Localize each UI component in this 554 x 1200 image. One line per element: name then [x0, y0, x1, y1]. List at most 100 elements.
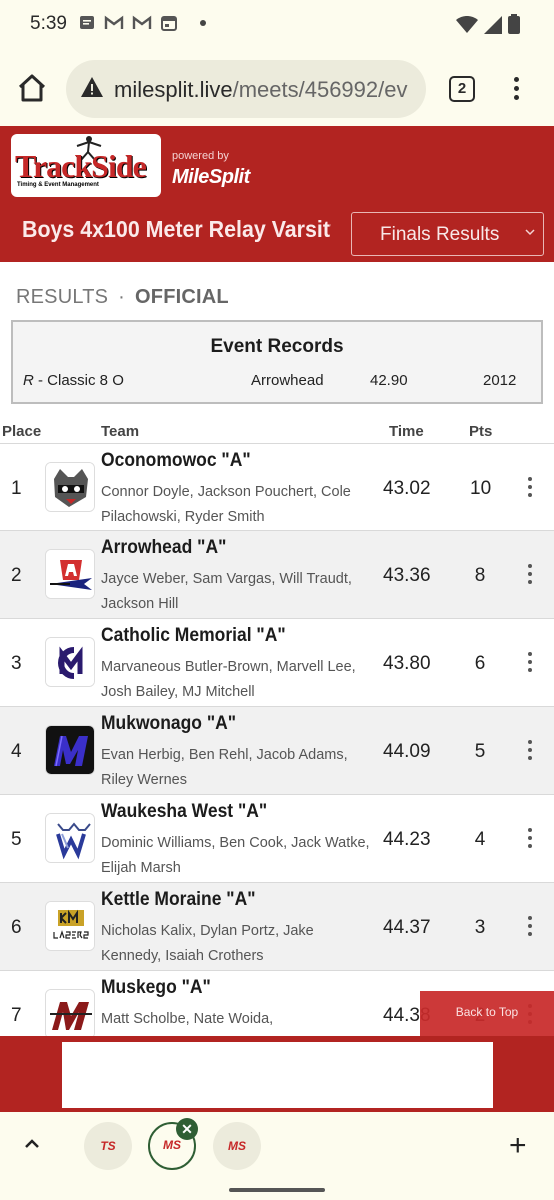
- chevron-up-icon[interactable]: [22, 1134, 42, 1154]
- row-athletes: Nicholas Kalix, Dylan Portz, Jake Kenned…: [101, 923, 314, 964]
- record-code: R: [23, 372, 34, 389]
- row-team[interactable]: Muskego "A": [101, 977, 211, 999]
- results-status-line: RESULTS · OFFICIAL: [16, 286, 229, 309]
- record-team: Arrowhead: [251, 372, 324, 389]
- row-time: 43.36: [383, 565, 431, 586]
- results-table: 1 Oconomowoc "A" Connor Doyle, Jackson P…: [0, 443, 554, 1036]
- row-athletes: Connor Doyle, Jackson Pouchert, Cole Pil…: [101, 484, 351, 525]
- row-pts: 4: [474, 829, 486, 850]
- table-row[interactable]: 1 Oconomowoc "A" Connor Doyle, Jackson P…: [0, 443, 554, 531]
- table-row[interactable]: 5 Waukesha West "A" Dominic Williams, Be…: [0, 795, 554, 883]
- site-header: TrackSide Timing & Event Management powe…: [0, 126, 554, 262]
- milesplit-logo[interactable]: MileSplit: [172, 166, 250, 189]
- record-name: R - Classic 8 O: [23, 372, 124, 389]
- row-time: 43.02: [383, 478, 431, 499]
- results-select[interactable]: Finals Results: [351, 212, 544, 256]
- row-time: 44.09: [383, 741, 431, 762]
- warning-icon[interactable]: [80, 76, 104, 98]
- row-pts: 3: [474, 917, 486, 938]
- row-athletes: Jayce Weber, Sam Vargas, Will Traudt, Ja…: [101, 571, 352, 612]
- row-athletes: Dominic Williams, Ben Cook, Jack Watke, …: [101, 835, 370, 876]
- message-icon: [80, 16, 94, 29]
- row-place: 7: [11, 1005, 22, 1026]
- row-pts: 10: [470, 478, 492, 499]
- row-team[interactable]: Mukwonago "A": [101, 713, 236, 735]
- tab-strip: TS MS ✕ MS +: [0, 1112, 554, 1182]
- status-time: 5:39: [30, 13, 67, 34]
- url-path: /meets/456992/ev: [232, 77, 408, 102]
- tab-switcher-button[interactable]: 2: [449, 76, 475, 102]
- row-team[interactable]: Oconomowoc "A": [101, 450, 251, 472]
- km-logo: [45, 901, 95, 951]
- more-options-icon[interactable]: [524, 649, 536, 677]
- more-options-icon[interactable]: [524, 474, 536, 502]
- url-text[interactable]: milesplit.live/meets/456992/ev: [114, 77, 408, 103]
- muskego-logo: [45, 989, 95, 1036]
- record-year: 2012: [483, 372, 517, 389]
- row-time: 43.80: [383, 653, 431, 674]
- event-records: Event Records R - Classic 8 O Arrowhead …: [11, 320, 543, 404]
- arrowhead-logo: [45, 549, 95, 599]
- header-time: Time: [389, 423, 424, 440]
- home-button[interactable]: [14, 70, 54, 110]
- results-content: RESULTS · OFFICIAL Event Records R - Class…: [0, 262, 554, 1036]
- gesture-bar: [229, 1188, 325, 1192]
- header-team: Team: [101, 423, 140, 440]
- logo-text: TrackSide: [15, 148, 147, 184]
- results-status: OFFICIAL: [135, 286, 229, 308]
- row-place: 5: [11, 829, 22, 850]
- table-row[interactable]: 4 Mukwonago "A" Evan Herbig, Ben Rehl, J…: [0, 707, 554, 795]
- system-icons: [456, 14, 520, 34]
- close-icon[interactable]: ✕: [176, 1118, 198, 1140]
- more-options-icon[interactable]: [524, 825, 536, 853]
- row-team[interactable]: Arrowhead "A": [101, 537, 226, 559]
- calendar-icon: [161, 16, 177, 31]
- notification-icons: [78, 14, 206, 32]
- more-options-icon[interactable]: [524, 913, 536, 941]
- url-bar[interactable]: milesplit.live/meets/456992/ev: [66, 60, 426, 118]
- tab-trackside[interactable]: TS: [84, 1122, 132, 1170]
- row-team[interactable]: Catholic Memorial "A": [101, 625, 286, 647]
- row-pts: 8: [474, 565, 486, 586]
- ww-logo: [45, 813, 95, 863]
- row-place: 4: [11, 741, 22, 762]
- dot-icon: [200, 20, 206, 26]
- event-title: Boys 4x100 Meter Relay Varsity: [22, 216, 331, 242]
- header-place: Place: [2, 423, 42, 440]
- tab-milesplit[interactable]: MS: [213, 1122, 261, 1170]
- row-place: 3: [11, 653, 22, 674]
- table-row[interactable]: 2 Arrowhead "A" Jayce Weber, Sam Vargas,…: [0, 531, 554, 619]
- status-bar: 5:39: [0, 0, 554, 50]
- more-options-icon[interactable]: [524, 561, 536, 589]
- new-tab-button[interactable]: +: [509, 1131, 527, 1161]
- cm-logo: [45, 637, 95, 687]
- m-logo: [45, 725, 95, 775]
- more-options-icon[interactable]: [524, 737, 536, 765]
- browser-menu-button[interactable]: [506, 74, 526, 104]
- row-place: 6: [11, 917, 22, 938]
- table-row[interactable]: 6 Kettle Moraine "A" Nicholas Kalix, Dyl…: [0, 883, 554, 971]
- powered-by: powered by: [172, 150, 229, 162]
- home-icon: [18, 74, 46, 102]
- url-host: milesplit.live: [114, 77, 233, 102]
- row-place: 1: [11, 478, 22, 499]
- logo-subtext: Timing & Event Management: [17, 182, 99, 188]
- raccoon-logo: [45, 462, 95, 512]
- back-to-top-button[interactable]: Back to Top: [420, 991, 554, 1036]
- record-mark: 42.90: [370, 372, 408, 389]
- row-athletes: Marvaneous Butler-Brown, Marvell Lee, Jo…: [101, 659, 356, 700]
- ad-banner: [0, 1036, 554, 1112]
- row-team[interactable]: Kettle Moraine "A": [101, 889, 256, 911]
- ad-slot[interactable]: [62, 1042, 493, 1108]
- browser-toolbar: milesplit.live/meets/456992/ev 2: [0, 56, 554, 122]
- battery-icon: [508, 14, 520, 34]
- row-team[interactable]: Waukesha West "A": [101, 801, 267, 823]
- trackside-logo[interactable]: TrackSide Timing & Event Management: [11, 134, 161, 197]
- chevron-down-icon: [525, 229, 535, 236]
- row-athletes: Evan Herbig, Ben Rehl, Jacob Adams, Rile…: [101, 747, 348, 788]
- results-select-label: Finals Results: [380, 224, 500, 245]
- table-row[interactable]: 3 Catholic Memorial "A" Marvaneous Butle…: [0, 619, 554, 707]
- record-label: - Classic 8 O: [33, 372, 124, 389]
- row-time: 44.37: [383, 917, 431, 938]
- row-pts: 6: [474, 653, 486, 674]
